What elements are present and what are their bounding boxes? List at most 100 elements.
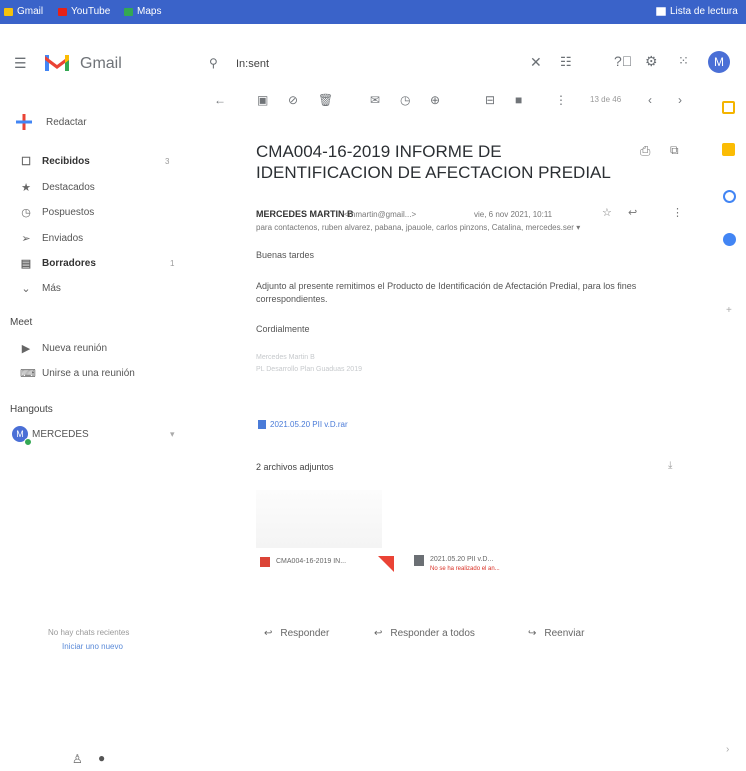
attachment-name[interactable]: 2021.05.20 PII v.D...: [430, 556, 493, 563]
drive-attachment-link[interactable]: 2021.05.20 PII v.D.rar: [258, 420, 348, 429]
meet-title: Meet: [10, 317, 33, 328]
meet-new-meeting[interactable]: ▶ Nueva reunión: [20, 342, 107, 355]
chat-bubble-icon[interactable]: ●: [98, 751, 105, 765]
apps-grid-icon[interactable]: ⁙: [678, 53, 689, 69]
sidebar-item-label: Destacados: [42, 182, 95, 193]
sidebar-item-drafts[interactable]: ▤ Borradores: [20, 257, 96, 270]
search-icon[interactable]: ⚲: [209, 56, 218, 70]
snooze-icon[interactable]: ◷: [400, 93, 410, 107]
compose-plus-icon[interactable]: [14, 112, 34, 132]
sidebar-item-label: Borradores: [42, 258, 96, 269]
bookmark-maps[interactable]: Maps: [124, 6, 161, 17]
account-avatar[interactable]: M: [708, 51, 730, 73]
online-status-dot: [24, 438, 32, 446]
reply-all-icon: ↩: [374, 628, 383, 639]
person-icon[interactable]: ♙: [72, 752, 83, 766]
older-chevron-icon[interactable]: ›: [678, 93, 682, 107]
newer-chevron-icon[interactable]: ‹: [648, 93, 652, 107]
back-arrow-icon[interactable]: ←: [214, 93, 226, 107]
sidebar-item-more[interactable]: ⌄ Más: [20, 282, 61, 295]
download-all-icon[interactable]: ⤓: [668, 460, 672, 471]
reading-list-label: Lista de lectura: [670, 6, 738, 17]
delete-icon[interactable]: 🗑: [318, 93, 333, 107]
meet-item-label: Nueva reunión: [42, 343, 108, 354]
paging-indicator: 13 de 46: [590, 95, 622, 104]
clock-icon: ◷: [21, 207, 31, 219]
sender-name: MERCEDES MARTIN B: [256, 209, 354, 219]
drive-link-text: 2021.05.20 PII v.D.rar: [270, 420, 348, 429]
bookmark-gmail[interactable]: Gmail: [4, 6, 43, 17]
scan-warning: No se ha realizado el an...: [430, 566, 500, 572]
keep-icon[interactable]: [722, 143, 735, 156]
print-icon[interactable]: ⎙: [640, 143, 650, 159]
search-input[interactable]: In:sent: [236, 58, 269, 70]
gmail-logo-icon: [45, 55, 69, 71]
gmail-icon: [4, 7, 13, 16]
draft-icon: ▤: [20, 258, 32, 270]
maps-icon: [124, 7, 133, 16]
email-closing: Cordialmente: [256, 324, 310, 334]
youtube-icon: [58, 7, 67, 16]
bookmark-label: Maps: [137, 6, 162, 17]
keyboard-icon: ⌨: [20, 368, 36, 380]
tasks-icon[interactable]: [723, 190, 736, 203]
reply-button[interactable]: ↩ Responder: [264, 628, 329, 639]
search-options-icon[interactable]: ☷: [560, 54, 572, 70]
gmail-logo[interactable]: [44, 53, 70, 78]
hangouts-user-name[interactable]: MERCEDES: [32, 429, 89, 440]
add-task-icon[interactable]: ⊕: [430, 93, 440, 107]
attachment-card-pdf[interactable]: CMA004-16-2019 IN...: [256, 490, 382, 582]
star-icon[interactable]: ☆: [602, 206, 612, 219]
sidebar-item-starred[interactable]: ★ Destacados: [20, 181, 95, 194]
reply-arrow-icon[interactable]: ↩: [628, 206, 637, 219]
email-date: vie, 6 nov 2021, 10:11: [474, 210, 553, 219]
hangouts-dropdown-icon[interactable]: ▾: [170, 429, 175, 440]
reading-list-button[interactable]: Lista de lectura: [656, 6, 738, 17]
reply-icon: ↩: [264, 628, 273, 639]
settings-gear-icon[interactable]: ⚙: [645, 53, 658, 70]
sidebar-item-snoozed[interactable]: ◷ Pospuestos: [20, 206, 94, 219]
contacts-icon[interactable]: [723, 233, 736, 246]
label-icon[interactable]: ■: [515, 93, 522, 107]
clear-search-icon[interactable]: ✕: [530, 54, 542, 71]
recipients-line[interactable]: para contactenos, ruben alvarez, pabana,…: [256, 223, 580, 232]
pdf-icon: [260, 557, 270, 567]
message-more-icon[interactable]: ⋮: [672, 206, 683, 219]
sidebar-item-inbox[interactable]: ☐ Recibidos: [20, 155, 90, 168]
add-addon-icon[interactable]: +: [726, 305, 732, 316]
forward-icon: ↪: [528, 628, 537, 639]
attachments-title: 2 archivos adjuntos: [256, 462, 334, 472]
mark-unread-icon[interactable]: ✉: [370, 93, 380, 107]
inbox-icon: ☐: [21, 156, 31, 168]
sidebar-item-label: Pospuestos: [42, 207, 95, 218]
report-spam-icon[interactable]: ⊘: [288, 93, 298, 107]
signature-name: Mercedes Martin B: [256, 354, 315, 361]
email-greeting: Buenas tardes: [256, 250, 315, 260]
main-menu-icon[interactable]: ☰: [14, 55, 27, 72]
inbox-count: 3: [165, 157, 170, 166]
fold-corner-icon: [378, 556, 394, 572]
bookmark-youtube[interactable]: YouTube: [58, 6, 110, 17]
reply-all-button[interactable]: ↩ Responder a todos: [374, 628, 475, 639]
sidebar-item-sent[interactable]: ➢ Enviados: [20, 232, 83, 245]
drive-file-icon: [258, 420, 266, 429]
meet-join-meeting[interactable]: ⌨ Unirse a una reunión: [20, 367, 135, 380]
email-subject: CMA004-16-2019 INFORME DE IDENTIFICACION…: [256, 142, 611, 182]
forward-button[interactable]: ↪ Reenviar: [528, 628, 584, 639]
help-icon[interactable]: ?⃝: [614, 53, 632, 69]
sidebar-item-label: Más: [42, 283, 61, 294]
email-paragraph: Adjunto al presente remitimos el Product…: [256, 281, 637, 304]
calendar-icon[interactable]: [722, 101, 735, 114]
bookmark-label: YouTube: [71, 6, 111, 17]
collapse-panel-icon[interactable]: ›: [726, 744, 729, 755]
attachment-preview: [256, 490, 382, 548]
archive-icon[interactable]: ▣: [257, 93, 268, 107]
more-options-icon[interactable]: ⋮: [555, 93, 567, 107]
open-new-window-icon[interactable]: ⧉: [670, 143, 679, 158]
move-to-icon[interactable]: ⊟: [485, 93, 495, 107]
archive-file-icon: [414, 555, 424, 566]
send-icon: ➢: [21, 233, 31, 245]
gmail-wordmark: Gmail: [80, 55, 122, 72]
compose-button[interactable]: Redactar: [46, 117, 87, 128]
start-chat-link[interactable]: Iniciar uno nuevo: [62, 642, 123, 651]
